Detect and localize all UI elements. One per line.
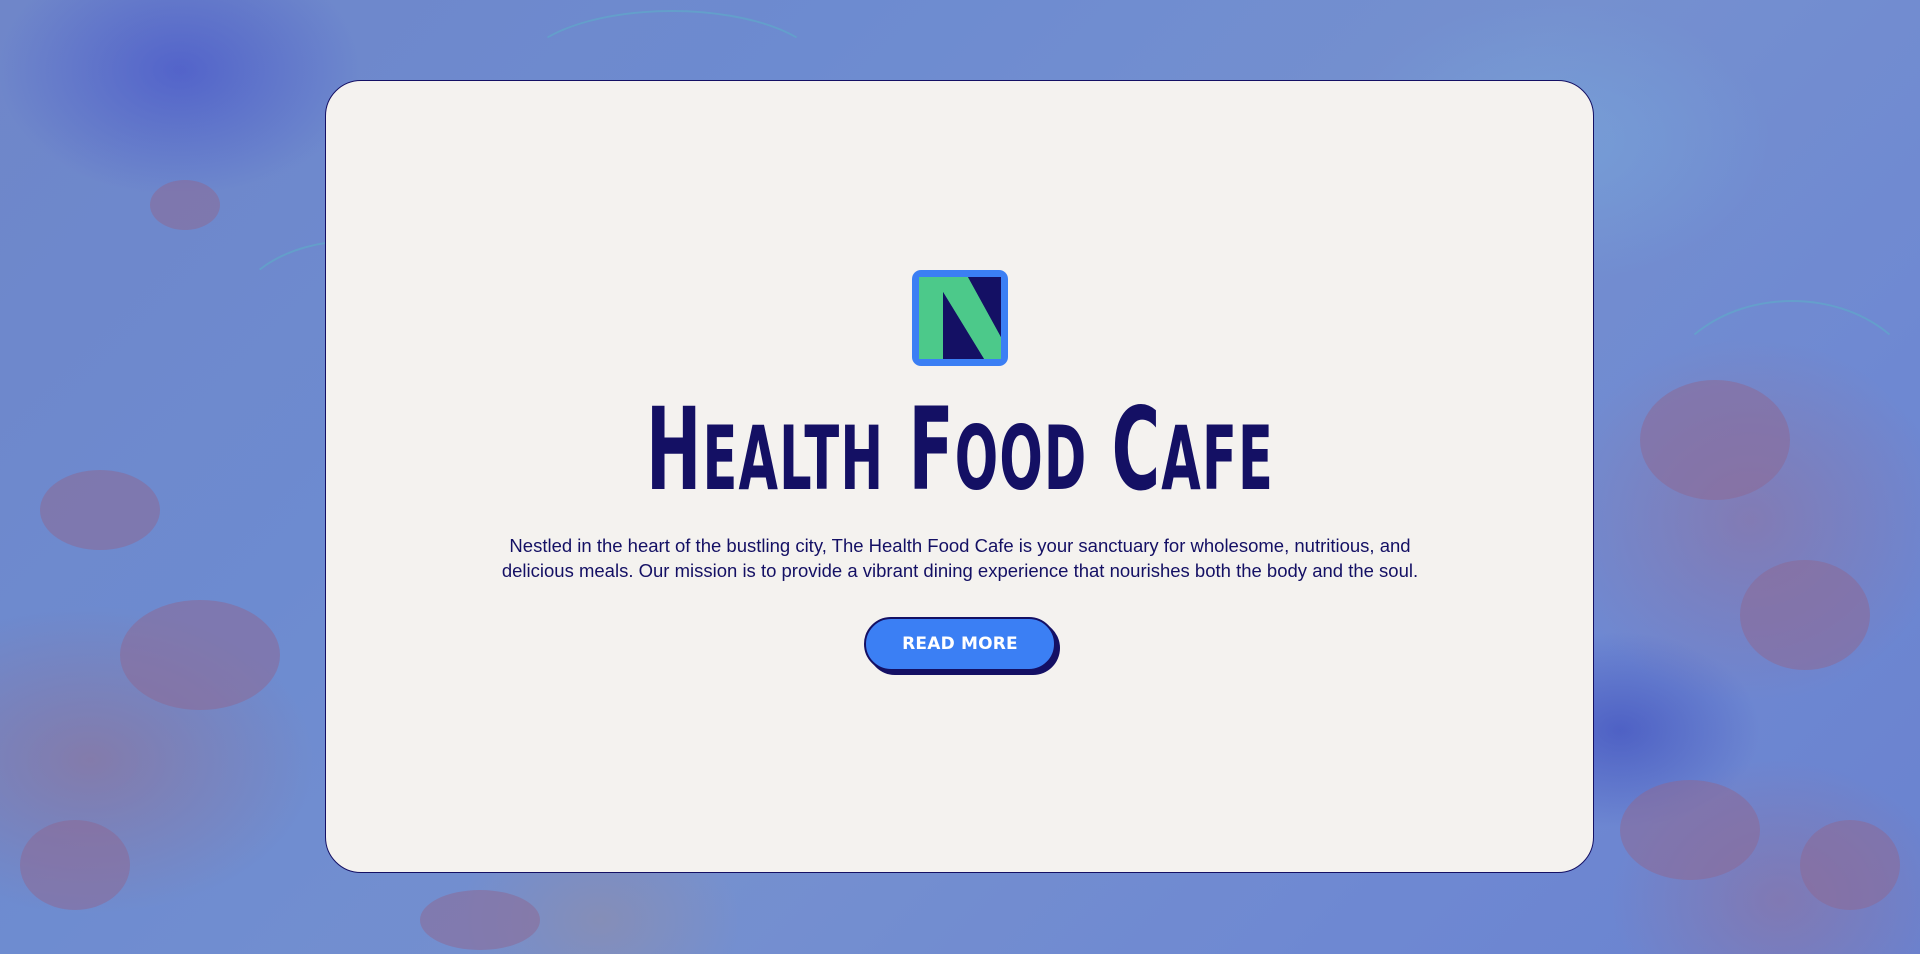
description-line: delicious meals. Our mission is to provi… xyxy=(501,560,1419,581)
n-logo-icon xyxy=(912,270,1008,366)
description-line: Nestled in the heart of the bustling cit… xyxy=(509,535,1411,556)
hero-description: Nestled in the heart of the bustling cit… xyxy=(460,533,1460,583)
page-title: HEALTH FOOD CAFE xyxy=(645,383,1275,516)
read-more-button[interactable]: READ MORE xyxy=(864,617,1056,671)
